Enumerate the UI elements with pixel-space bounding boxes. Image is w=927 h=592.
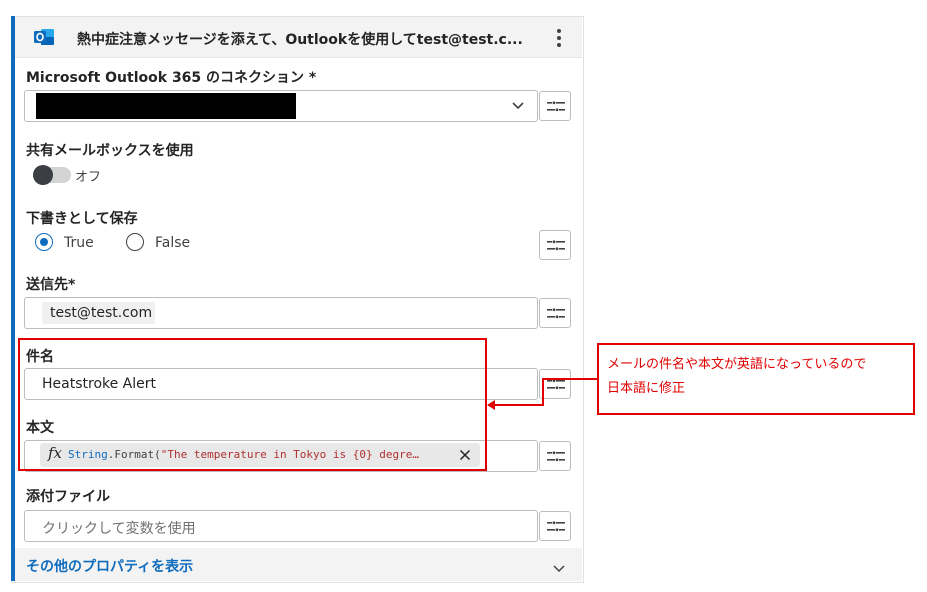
radio-true-label: True bbox=[64, 235, 94, 251]
more-properties-link[interactable]: その他のプロパティを表示 bbox=[26, 556, 193, 576]
variable-picker-icon[interactable] bbox=[539, 511, 571, 541]
toggle-knob[interactable] bbox=[33, 165, 53, 185]
attachment-placeholder: クリックして変数を使用 bbox=[42, 521, 196, 537]
shared-mailbox-label: 共有メールボックスを使用 bbox=[26, 143, 194, 159]
chevron-down-icon[interactable] bbox=[510, 97, 526, 117]
annotation-line-1: メールの件名や本文が英語になっているので bbox=[607, 357, 867, 372]
panel-accent-bar bbox=[11, 16, 15, 581]
recipient-value: test@test.com bbox=[50, 305, 153, 321]
variable-picker-icon[interactable] bbox=[539, 91, 571, 121]
recipient-label: 送信先* bbox=[26, 277, 76, 293]
toggle-state-label: オフ bbox=[75, 170, 102, 185]
radio-false[interactable] bbox=[126, 233, 144, 251]
variable-picker-icon[interactable] bbox=[539, 441, 571, 471]
radio-false-label: False bbox=[155, 235, 191, 251]
more-vertical-icon[interactable] bbox=[551, 27, 567, 49]
annotation-text: メールの件名や本文が英語になっているので 日本語に修正 bbox=[607, 353, 907, 401]
variable-picker-icon[interactable] bbox=[539, 298, 571, 328]
variable-picker-icon[interactable] bbox=[539, 230, 571, 260]
chevron-down-icon[interactable] bbox=[552, 559, 566, 578]
annotation-arrow bbox=[487, 378, 597, 410]
annotation-line-2: 日本語に修正 bbox=[607, 381, 686, 396]
highlight-box bbox=[18, 338, 487, 471]
attachment-label: 添付ファイル bbox=[26, 489, 110, 505]
save-as-draft-label: 下書きとして保存 bbox=[26, 211, 138, 227]
outlook-icon bbox=[33, 27, 55, 47]
connection-label: Microsoft Outlook 365 のコネクション * bbox=[26, 70, 317, 86]
redacted-connection-value bbox=[36, 93, 296, 119]
radio-true[interactable] bbox=[35, 233, 53, 251]
action-title: 熱中症注意メッセージを添えて、Outlookを使用してtest@test.c..… bbox=[77, 32, 523, 48]
